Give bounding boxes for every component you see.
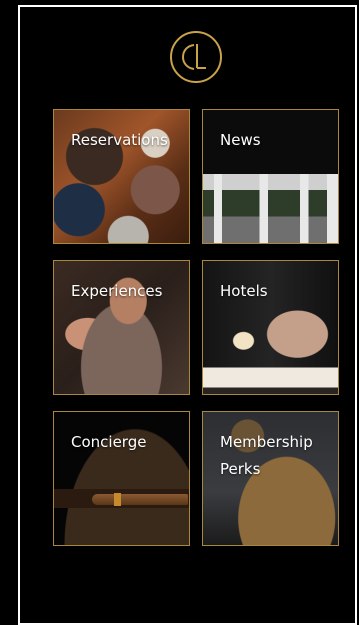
tile-news[interactable]: News: [202, 109, 339, 244]
logo: [170, 31, 222, 83]
tile-label: Hotels: [220, 282, 268, 300]
tile-reservations[interactable]: Reservations: [53, 109, 190, 244]
tile-label: Membership Perks: [220, 433, 313, 478]
cigar-band: [114, 493, 121, 506]
tile-hotels[interactable]: Hotels: [202, 260, 339, 395]
tile-label: Concierge: [71, 433, 147, 451]
tile-concierge[interactable]: Concierge: [53, 411, 190, 546]
tile-label: Reservations: [71, 131, 168, 149]
cl-monogram-icon: [181, 44, 206, 70]
tile-label: News: [220, 131, 261, 149]
tile-experiences[interactable]: Experiences: [53, 260, 190, 395]
cigar-image: [92, 494, 188, 505]
tile-label: Experiences: [71, 282, 163, 300]
tile-membership-perks[interactable]: Membership Perks: [202, 411, 339, 546]
